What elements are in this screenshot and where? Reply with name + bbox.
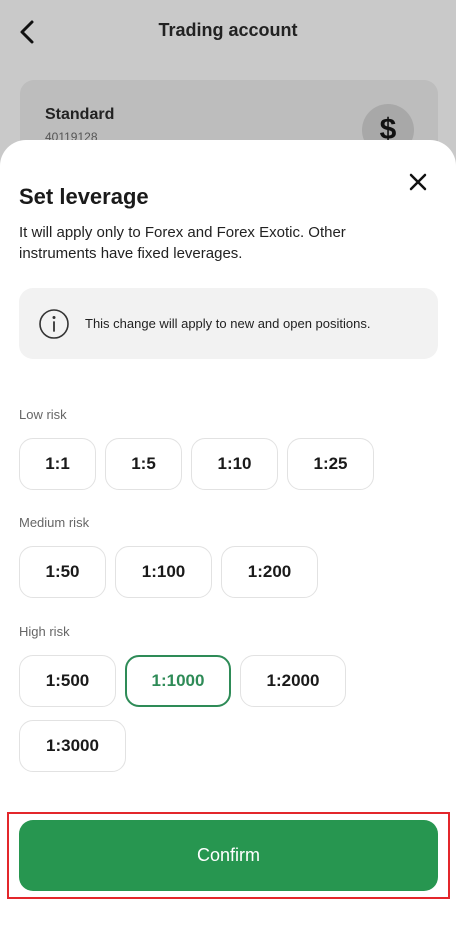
leverage-option-1-50[interactable]: 1:50 — [19, 546, 106, 598]
info-icon — [39, 309, 69, 339]
leverage-option-1-25[interactable]: 1:25 — [287, 438, 374, 490]
sheet-title: Set leverage — [19, 184, 149, 209]
leverage-option-1-200[interactable]: 1:200 — [221, 546, 318, 598]
high-risk-label: High risk — [19, 624, 70, 639]
info-text: This change will apply to new and open p… — [85, 316, 371, 331]
leverage-option-1-3000[interactable]: 1:3000 — [19, 720, 126, 772]
sheet-description: It will apply only to Forex and Forex Ex… — [19, 224, 346, 262]
leverage-option-1-500[interactable]: 1:500 — [19, 655, 116, 707]
leverage-option-1-1[interactable]: 1:1 — [19, 438, 96, 490]
leverage-option-1-100[interactable]: 1:100 — [115, 546, 212, 598]
page-title: Trading account — [158, 20, 298, 40]
leverage-bottom-sheet: Set leverage It will apply only to Forex… — [0, 140, 456, 941]
account-name: Standard — [45, 106, 115, 123]
leverage-option-1-1000[interactable]: 1:1000 — [125, 655, 231, 707]
medium-risk-label: Medium risk — [19, 515, 90, 530]
top-bar: Trading account — [0, 0, 456, 64]
info-banner: This change will apply to new and open p… — [19, 288, 438, 359]
leverage-option-1-2000[interactable]: 1:2000 — [240, 655, 346, 707]
low-risk-label: Low risk — [19, 407, 67, 422]
close-icon[interactable] — [404, 168, 432, 196]
leverage-option-1-5[interactable]: 1:5 — [105, 438, 182, 490]
confirm-button[interactable]: Confirm — [19, 820, 438, 891]
leverage-option-1-10[interactable]: 1:10 — [191, 438, 278, 490]
